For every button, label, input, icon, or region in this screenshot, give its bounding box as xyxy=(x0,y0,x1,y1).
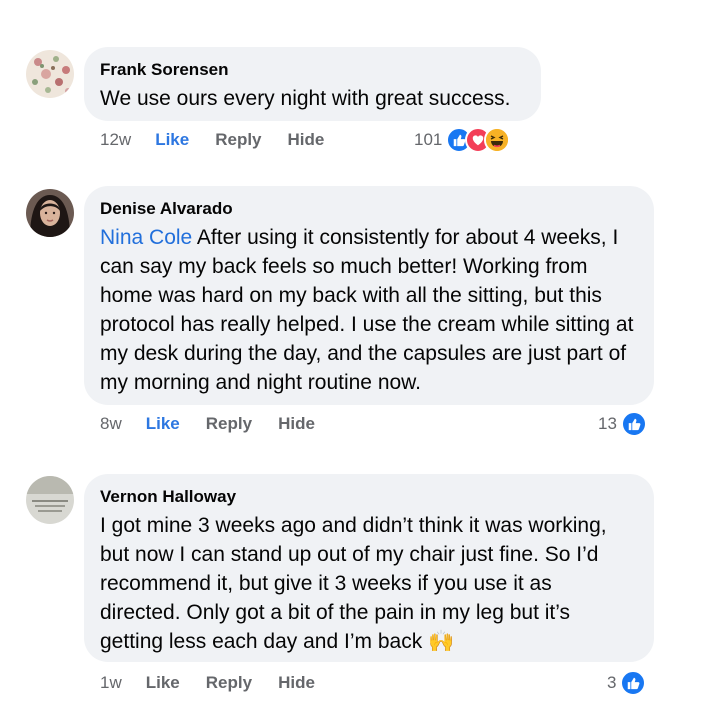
reaction-count: 101 xyxy=(414,130,443,149)
comment-text: I got mine 3 weeks ago and didn’t think … xyxy=(100,511,638,656)
comment-bubble: Frank Sorensen We use ours every night w… xyxy=(84,47,541,121)
comment-body: We use ours every night with great succe… xyxy=(100,87,511,110)
comment-author[interactable]: Vernon Halloway xyxy=(100,486,638,508)
reaction-count: 3 xyxy=(607,673,617,692)
hide-button[interactable]: Hide xyxy=(278,673,315,693)
like-button[interactable]: Like xyxy=(146,673,180,693)
reply-button[interactable]: Reply xyxy=(215,130,261,150)
reaction-summary[interactable]: 101 xyxy=(414,126,511,154)
mention-link[interactable]: Nina Cole xyxy=(100,226,192,249)
reaction-summary[interactable]: 13 xyxy=(598,410,647,438)
like-button[interactable]: Like xyxy=(155,130,189,150)
comment-actions: 8w Like Reply Hide xyxy=(100,412,341,436)
like-button[interactable]: Like xyxy=(146,414,180,434)
reply-button[interactable]: Reply xyxy=(206,414,252,434)
comment-text: Nina Cole After using it consistently fo… xyxy=(100,223,638,397)
comment-actions: 12w Like Reply Hide xyxy=(100,128,350,152)
like-reaction-icon xyxy=(620,670,647,696)
comment-bubble: Vernon Halloway I got mine 3 weeks ago a… xyxy=(84,474,654,662)
comment-author[interactable]: Frank Sorensen xyxy=(100,59,525,81)
comment-author[interactable]: Denise Alvarado xyxy=(100,198,638,220)
comment-body: I got mine 3 weeks ago and didn’t think … xyxy=(100,514,607,653)
hide-button[interactable]: Hide xyxy=(278,414,315,434)
comment-text: We use ours every night with great succe… xyxy=(100,84,525,113)
comment-timestamp[interactable]: 8w xyxy=(100,414,122,434)
like-reaction-icon xyxy=(620,411,647,437)
comment-bubble: Denise Alvarado Nina Cole After using it… xyxy=(84,186,654,405)
comment-timestamp[interactable]: 12w xyxy=(100,130,131,150)
haha-reaction-icon xyxy=(484,127,511,153)
avatar[interactable] xyxy=(26,189,74,237)
avatar[interactable] xyxy=(26,476,74,524)
avatar[interactable] xyxy=(26,50,74,98)
comment-timestamp[interactable]: 1w xyxy=(100,673,122,693)
hide-button[interactable]: Hide xyxy=(288,130,325,150)
comment-body: After using it consistently for about 4 … xyxy=(100,226,634,394)
comment-actions: 1w Like Reply Hide xyxy=(100,671,341,695)
reaction-summary[interactable]: 3 xyxy=(607,669,647,697)
reaction-count: 13 xyxy=(598,414,617,433)
reply-button[interactable]: Reply xyxy=(206,673,252,693)
